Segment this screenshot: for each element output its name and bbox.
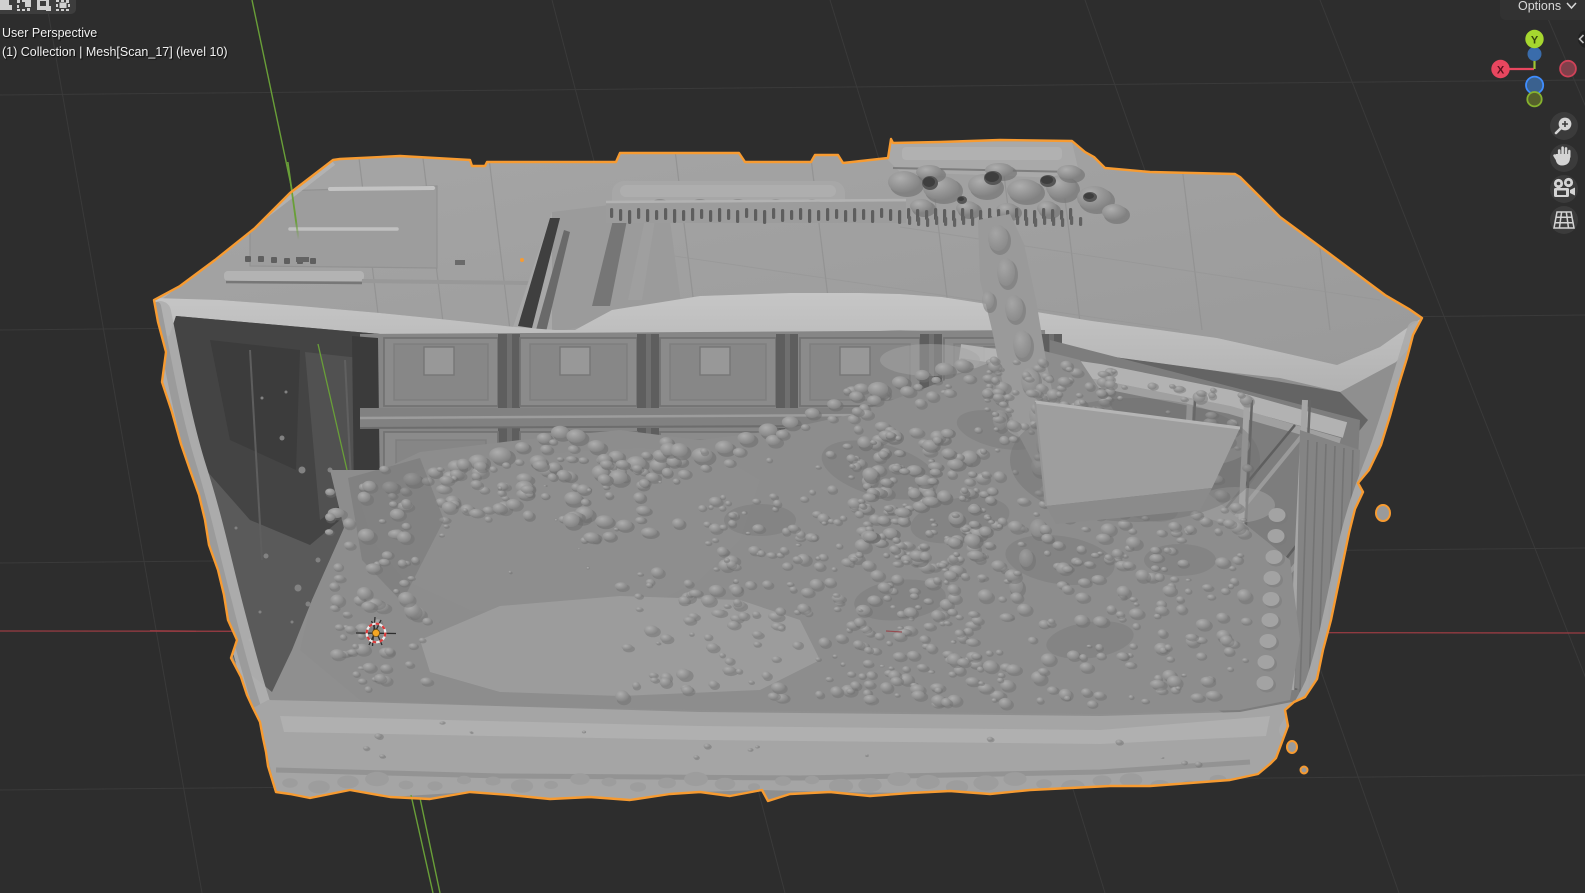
svg-text:X: X (1497, 65, 1505, 77)
svg-text:Options: Options (1518, 0, 1561, 13)
svg-text:Y: Y (1531, 35, 1539, 47)
